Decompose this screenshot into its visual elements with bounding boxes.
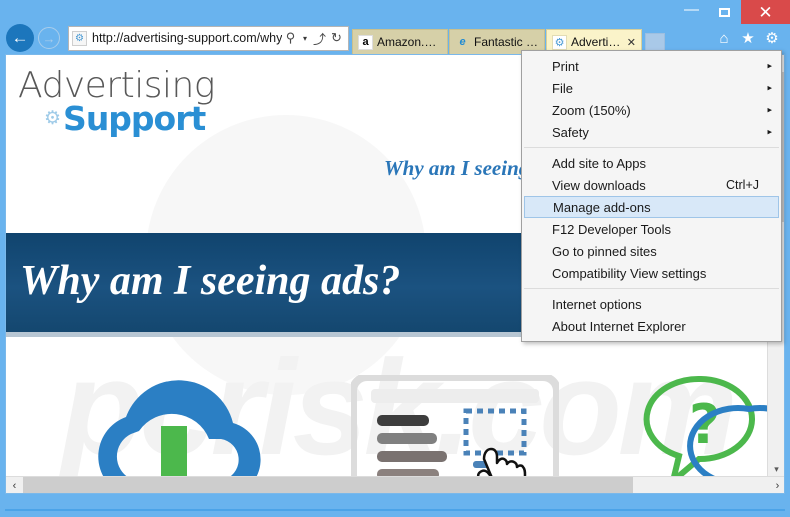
browser-toolbar-icons: ⌂ ★ ⚙ xyxy=(712,25,790,51)
menu-item-label: Compatibility View settings xyxy=(552,265,707,281)
menu-separator xyxy=(524,288,779,289)
menu-item-manage-add-ons[interactable]: Manage add-ons xyxy=(524,196,779,218)
tab-title: Amazon.co... xyxy=(377,35,442,49)
chevron-right-icon: ▸ xyxy=(767,126,772,137)
refresh-icon[interactable]: ↻ xyxy=(328,27,345,50)
site-favicon-icon: ⚙ xyxy=(72,30,87,46)
menu-item-label: Add site to Apps xyxy=(552,155,646,171)
url-text[interactable]: http://advertising-support.com/why.php xyxy=(92,31,282,45)
page-title: Why am I seeing ads? xyxy=(20,258,401,304)
forward-icon[interactable]: → xyxy=(38,27,60,49)
menu-item-f12-developer-tools[interactable]: F12 Developer Tools xyxy=(522,218,781,240)
menu-item-label: View downloads xyxy=(552,177,646,193)
menu-item-about-internet-explorer[interactable]: About Internet Explorer xyxy=(522,315,781,337)
home-icon[interactable]: ⌂ xyxy=(712,25,736,51)
menu-item-add-site-to-apps[interactable]: Add site to Apps xyxy=(522,152,781,174)
menu-item-label: Print xyxy=(552,58,579,74)
chevron-down-icon[interactable]: ▾ xyxy=(299,27,311,50)
maximize-button[interactable] xyxy=(708,0,741,24)
logo-text-support: Support xyxy=(63,99,206,138)
menu-item-file[interactable]: File ▸ xyxy=(522,77,781,99)
menu-item-go-to-pinned-sites[interactable]: Go to pinned sites xyxy=(522,240,781,262)
horizontal-scroll-thumb[interactable] xyxy=(23,477,633,493)
svg-text:?: ? xyxy=(689,393,720,456)
window-controls: — ✕ xyxy=(675,0,790,24)
back-icon[interactable]: ← xyxy=(6,24,34,52)
menu-item-label: Safety xyxy=(552,124,589,140)
address-bar[interactable]: ⚙ http://advertising-support.com/why.php… xyxy=(68,25,349,51)
close-button[interactable]: ✕ xyxy=(741,0,790,24)
amazon-icon: a xyxy=(358,34,373,50)
menu-item-label: F12 Developer Tools xyxy=(552,221,671,237)
internet-explorer-icon: e xyxy=(459,36,466,48)
menu-item-label: Go to pinned sites xyxy=(552,243,657,259)
tab-title: Advertisi... xyxy=(571,35,622,49)
title-bar: — ✕ xyxy=(0,0,790,24)
menu-item-compatibility-view-settings[interactable]: Compatibility View settings xyxy=(522,262,781,284)
favorites-icon[interactable]: ★ xyxy=(736,25,760,51)
tab-amazon[interactable]: a Amazon.co... xyxy=(352,29,448,54)
browser-window: — ✕ ← → ⚙ http://advertising-support.com… xyxy=(0,0,790,517)
site-logo[interactable]: Advertising ⚙ Support xyxy=(18,67,215,139)
window-bottom-edge xyxy=(5,509,785,511)
illustration-row: ? ! xyxy=(6,343,768,493)
menu-item-label: Manage add-ons xyxy=(553,199,651,215)
menu-item-safety[interactable]: Safety ▸ xyxy=(522,121,781,143)
menu-item-internet-options[interactable]: Internet options xyxy=(522,293,781,315)
horizontal-scrollbar[interactable]: ‹ › xyxy=(6,476,784,493)
menu-item-label: About Internet Explorer xyxy=(552,318,686,334)
chevron-right-icon: ▸ xyxy=(767,104,772,115)
chevron-right-icon: ▸ xyxy=(767,60,772,71)
menu-item-label: Internet options xyxy=(552,296,642,312)
tools-dropdown-menu: Print ▸ File ▸ Zoom (150%) ▸ Safety ▸ Add site t… xyxy=(521,50,782,342)
gear-icon: ⚙ xyxy=(552,34,567,50)
menu-item-label: Zoom (150%) xyxy=(552,102,631,118)
menu-item-print[interactable]: Print ▸ xyxy=(522,55,781,77)
menu-item-zoom-150[interactable]: Zoom (150%) ▸ xyxy=(522,99,781,121)
share-icon[interactable]: ⤴ xyxy=(311,27,328,50)
menu-item-label: File xyxy=(552,80,573,96)
close-icon[interactable]: ✕ xyxy=(627,36,636,49)
minimize-button[interactable]: — xyxy=(675,0,708,24)
menu-item-shortcut: Ctrl+J xyxy=(726,178,759,192)
search-icon[interactable]: ⚲ xyxy=(282,27,299,50)
menu-item-view-downloads[interactable]: View downloads Ctrl+J xyxy=(522,174,781,196)
gear-icon[interactable]: ⚙ xyxy=(760,25,784,51)
tab-title: Fantastic O... xyxy=(474,35,539,49)
chevron-right-icon: ▸ xyxy=(767,82,772,93)
scroll-left-icon[interactable]: ‹ xyxy=(6,477,23,493)
gear-icon: ⚙ xyxy=(44,108,62,129)
menu-separator xyxy=(524,147,779,148)
scroll-right-icon[interactable]: › xyxy=(769,477,784,493)
